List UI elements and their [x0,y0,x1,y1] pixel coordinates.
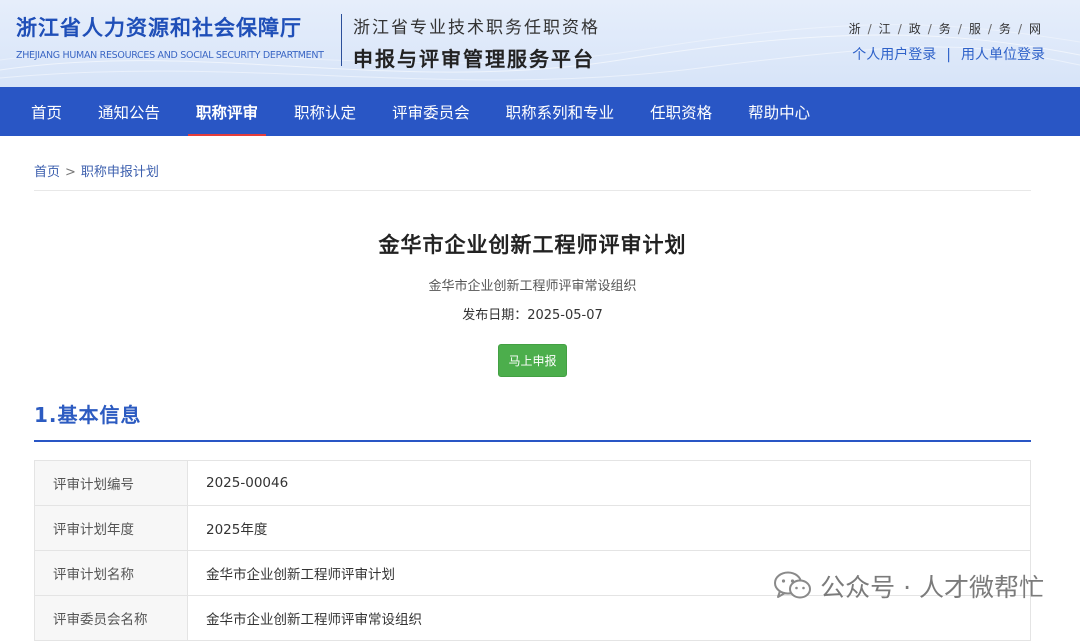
organizer-name: 金华市企业创新工程师评审常设组织 [428,279,637,294]
breadcrumb: 首页 > 职称申报计划 [34,161,1031,191]
wechat-watermark: 公众号 · 人才微帮忙 [774,568,1044,604]
nav-item-help-center[interactable]: 帮助中心 [730,87,828,136]
nav-item-series-specialty[interactable]: 职称系列和专业 [488,87,633,136]
nav-item-home[interactable]: 首页 [13,87,80,136]
department-name-en: ZHEJIANG HUMAN RESOURCES AND SOCIAL SECU… [16,50,324,61]
platform-title-line2: 申报与评审管理服务平台 [353,47,595,71]
wechat-icon [774,571,812,599]
login-links: 个人用户登录 | 用人单位登录 [852,44,1045,64]
breadcrumb-home-link[interactable]: 首页 [34,165,60,180]
nav-item-title-review[interactable]: 职称评审 [178,87,276,136]
table-row: 评审计划编号 2025-00046 [34,460,1031,506]
publish-date: 发布日期：2025-05-07 [462,308,603,323]
site-header: 浙江省人力资源和社会保障厅 ZHEJIANG HUMAN RESOURCES A… [0,0,1080,87]
table-row: 评审计划年度 2025年度 [34,505,1031,551]
platform-title: 浙江省专业技术职务任职资格 申报与评审管理服务平台 [353,13,600,72]
breadcrumb-separator: > [65,165,76,180]
nav-item-title-recognition[interactable]: 职称认定 [276,87,374,136]
personal-login-link[interactable]: 个人用户登录 [852,47,936,63]
login-separator: | [946,47,951,63]
table-key: 评审计划编号 [34,460,188,506]
platform-title-line1: 浙江省专业技术职务任职资格 [353,18,600,38]
page-title: 金华市企业创新工程师评审计划 [378,233,687,257]
header-divider [341,14,342,66]
main-nav: 首页 通知公告 职称评审 职称认定 评审委员会 职称系列和专业 任职资格 帮助中… [0,87,1080,136]
table-key: 评审计划名称 [34,550,188,596]
table-key: 评审计划年度 [34,505,188,551]
department-name-cn: 浙江省人力资源和社会保障厅 [16,16,302,40]
table-key: 评审委员会名称 [34,595,188,641]
nav-item-review-committee[interactable]: 评审委员会 [374,87,488,136]
apply-now-button[interactable]: 马上申报 [498,344,567,377]
nav-item-qualification[interactable]: 任职资格 [632,87,730,136]
employer-login-link[interactable]: 用人单位登录 [961,47,1045,63]
table-value: 2025-00046 [187,460,1031,506]
table-value: 2025年度 [187,505,1031,551]
section-title-basic-info: 1.基本信息 [34,399,1031,442]
plan-header: 金华市企业创新工程师评审计划 金华市企业创新工程师评审常设组织 发布日期：202… [34,229,1031,377]
basic-info-table: 评审计划编号 2025-00046 评审计划年度 2025年度 评审计划名称 金… [34,460,1031,641]
nav-item-notices[interactable]: 通知公告 [80,87,178,136]
breadcrumb-current[interactable]: 职称申报计划 [81,165,159,180]
gov-service-link[interactable]: 浙 / 江 / 政 / 务 / 服 / 务 / 网 [849,20,1042,37]
department-logo[interactable]: 浙江省人力资源和社会保障厅 ZHEJIANG HUMAN RESOURCES A… [16,12,324,61]
watermark-text: 公众号 · 人才微帮忙 [820,573,1044,602]
